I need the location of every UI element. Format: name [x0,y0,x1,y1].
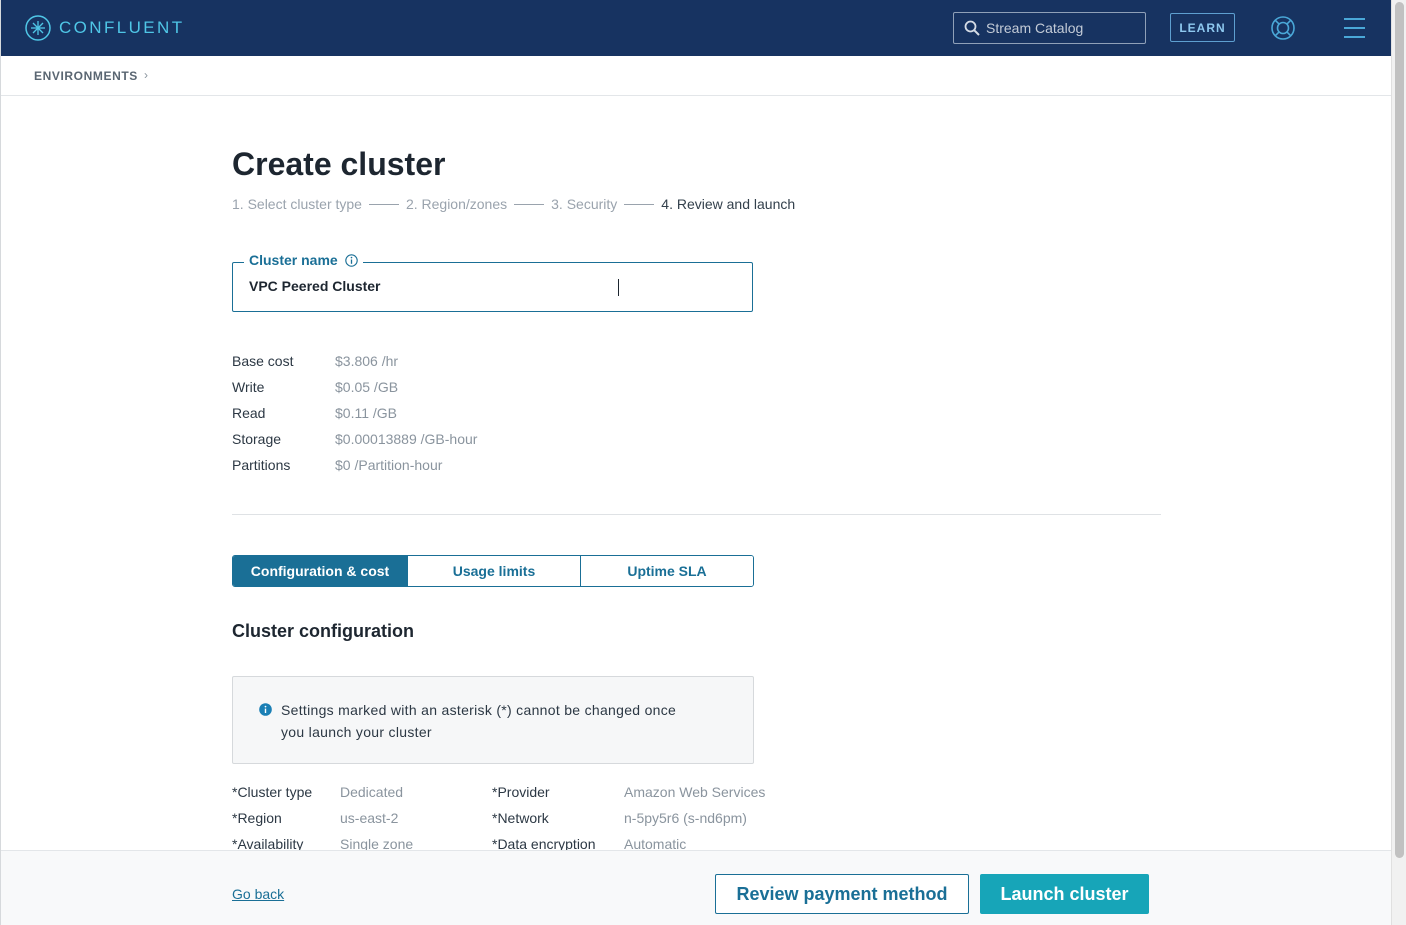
confluent-logo-icon [25,15,51,41]
cluster-name-field: Cluster name [232,252,753,312]
cluster-config-details: *Cluster type Dedicated *Region us-east-… [232,779,792,852]
cost-row-write: Write $0.05 /GB [232,374,477,400]
go-back-link[interactable]: Go back [232,886,284,902]
cost-row-partitions: Partitions $0 /Partition-hour [232,452,477,478]
breadcrumb: ENVIRONMENTS › [1,56,1391,96]
cost-value: $0.00013889 /GB-hour [335,431,478,447]
step-region-zones: 2. Region/zones [405,196,508,212]
config-label-network: *Network [492,810,549,826]
notice-text: Settings marked with an asterisk (*) can… [281,702,677,740]
top-navbar: CONFLUENT LEARN [1,0,1391,56]
cost-label: Write [232,379,265,395]
cost-value: $0 /Partition-hour [335,457,443,473]
config-value-region: us-east-2 [340,810,399,826]
step-select-cluster-type: 1. Select cluster type [232,196,362,212]
cluster-configuration-title: Cluster configuration [232,621,415,641]
step-connector [514,203,545,205]
wizard-steps: 1. Select cluster type 2. Region/zones 3… [232,195,795,213]
cost-value: $3.806 /hr [335,353,399,369]
tab-usage-limits[interactable]: Usage limits [408,556,581,586]
step-connector [624,203,655,205]
step-connector [368,203,399,205]
cost-label: Partitions [232,457,291,473]
search-input[interactable] [986,20,1136,36]
cost-row-read: Read $0.11 /GB [232,400,477,426]
cost-summary: Base cost $3.806 /hr Write $0.05 /GB Rea… [232,348,477,478]
cost-row-storage: Storage $0.00013889 /GB-hour [232,426,477,452]
action-footer: Go back Review payment method Launch clu… [1,850,1391,925]
confluent-logo[interactable]: CONFLUENT [25,15,185,41]
cluster-name-label: Cluster name [244,252,363,268]
cost-label: Storage [232,431,282,447]
lifebuoy-help-icon[interactable] [1270,15,1296,41]
cost-row-base: Base cost $3.806 /hr [232,348,477,374]
config-label-provider: *Provider [492,784,550,800]
cost-label: Base cost [232,353,294,369]
breadcrumb-environments[interactable]: ENVIRONMENTS [34,69,138,83]
stream-catalog-search[interactable] [953,12,1146,44]
learn-button[interactable]: LEARN [1170,13,1235,42]
brand-name: CONFLUENT [59,18,185,37]
info-icon[interactable] [344,253,358,267]
tab-configuration-cost[interactable]: Configuration & cost [233,556,408,586]
config-label-region: *Region [232,810,282,826]
cost-value: $0.11 /GB [335,405,398,421]
config-label-cluster-type: *Cluster type [232,784,313,800]
launch-cluster-button[interactable]: Launch cluster [980,874,1149,914]
step-security: 3. Security [551,196,618,212]
cluster-name-input[interactable] [249,278,729,294]
cluster-tabs: Configuration & cost Usage limits Uptime… [232,555,754,587]
page: CONFLUENT LEARN [0,0,1406,925]
scrollbar-thumb[interactable] [1395,2,1404,858]
config-value-cluster-type: Dedicated [340,784,404,800]
cost-label: Read [232,405,266,421]
cost-value: $0.05 /GB [335,379,399,395]
page-title: Create cluster [232,146,446,182]
text-cursor [618,279,619,296]
step-review-and-launch: 4. Review and launch [661,196,796,212]
config-value-network: n-5py5r6 (s-nd6pm) [624,810,747,826]
asterisk-notice: Settings marked with an asterisk (*) can… [232,676,754,764]
info-filled-icon [259,703,272,716]
config-value-provider: Amazon Web Services [624,784,766,800]
cluster-name-label-text: Cluster name [249,252,338,268]
hamburger-menu-icon[interactable] [1343,17,1366,39]
tab-uptime-sla[interactable]: Uptime SLA [581,556,753,586]
review-payment-method-button[interactable]: Review payment method [715,874,969,914]
search-icon [964,20,980,36]
section-divider [232,514,1161,515]
chevron-right-icon: › [144,68,148,82]
page-scrollbar[interactable] [1391,0,1406,925]
